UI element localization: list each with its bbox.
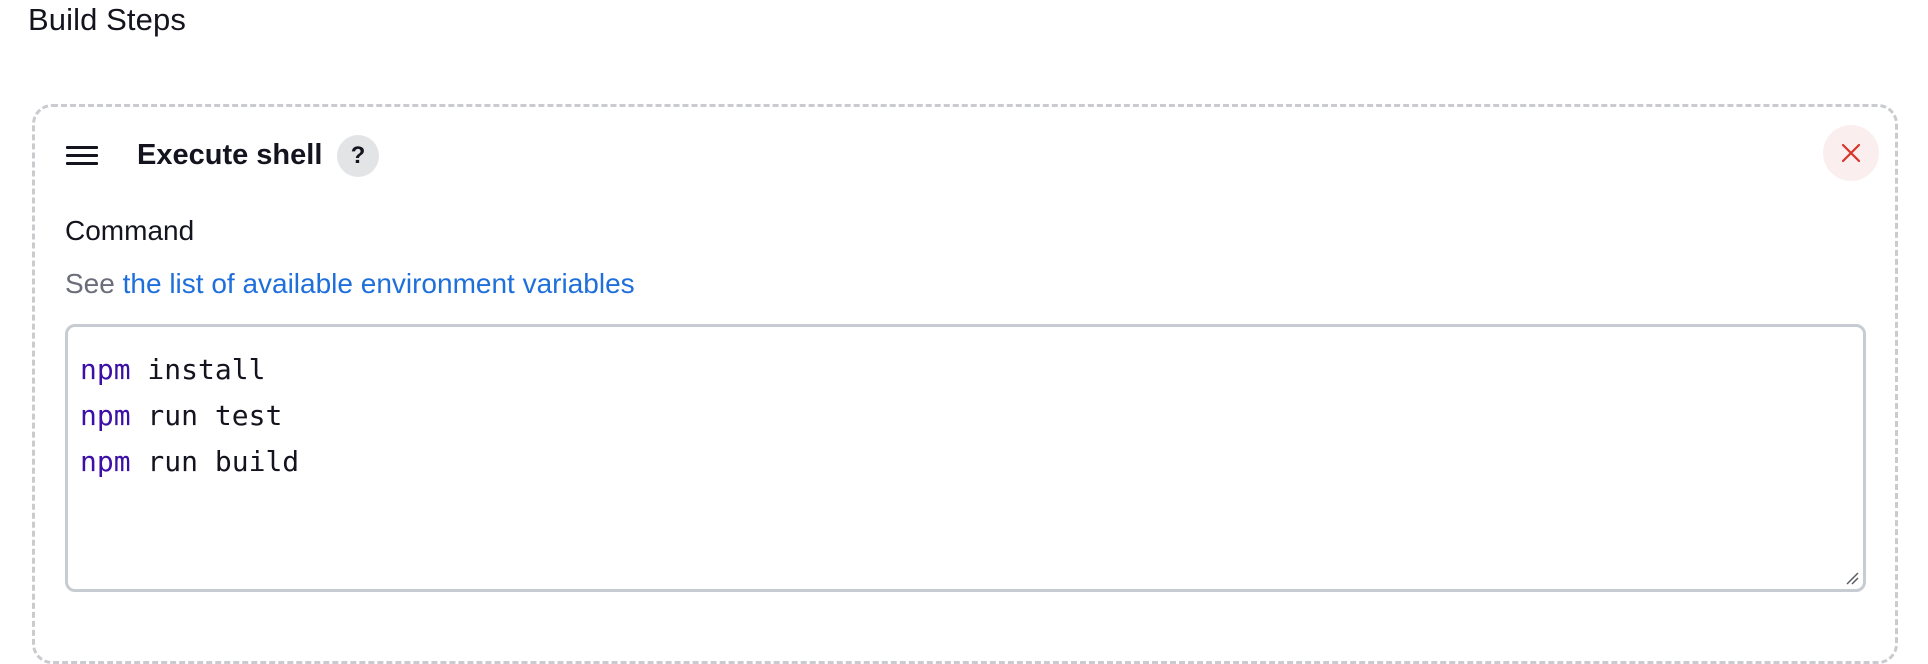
- code-keyword: npm: [80, 399, 131, 432]
- code-line: npm install: [80, 347, 1863, 393]
- code-text: run test: [130, 399, 283, 432]
- code-text: install: [130, 353, 266, 386]
- env-vars-help-text: See the list of available environment va…: [65, 268, 635, 300]
- step-title: Execute shell: [137, 139, 323, 171]
- resize-handle-icon[interactable]: [1845, 571, 1859, 585]
- help-button[interactable]: ?: [337, 135, 379, 177]
- code-line: npm run test: [80, 393, 1863, 439]
- close-icon: [1841, 143, 1861, 163]
- code-keyword: npm: [80, 445, 131, 478]
- code-line: npm run build: [80, 439, 1863, 485]
- command-editor[interactable]: npm install npm run test npm run build: [65, 324, 1866, 592]
- command-label: Command: [65, 215, 195, 246]
- delete-step-button[interactable]: [1823, 125, 1879, 181]
- env-vars-link[interactable]: the list of available environment variab…: [123, 268, 635, 299]
- drag-handle-icon[interactable]: [66, 146, 98, 166]
- help-prefix: See: [65, 268, 115, 299]
- code-text: run build: [130, 445, 300, 478]
- section-title: Build Steps: [28, 2, 186, 37]
- code-keyword: npm: [80, 353, 131, 386]
